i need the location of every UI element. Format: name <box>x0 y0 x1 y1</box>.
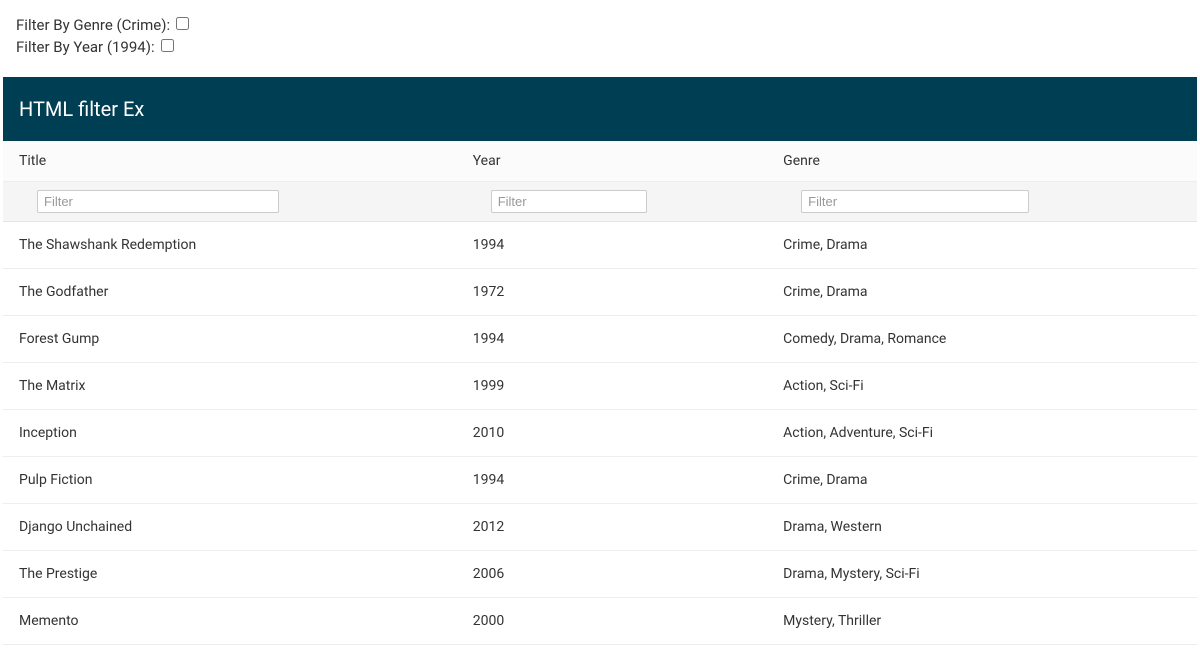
header-title[interactable]: Title <box>3 141 457 182</box>
cell-genre: Drama, Western <box>767 504 1197 551</box>
filter-year-checkbox[interactable] <box>161 39 174 52</box>
table-row: The Prestige2006Drama, Mystery, Sci-Fi <box>3 551 1197 598</box>
filter-genre-input[interactable] <box>801 190 1029 213</box>
table-filter-row <box>3 182 1197 222</box>
cell-title: The Matrix <box>3 363 457 410</box>
header-year[interactable]: Year <box>457 141 767 182</box>
cell-genre: Crime, Drama <box>767 222 1197 269</box>
cell-genre: Crime, Drama <box>767 269 1197 316</box>
table-row: Memento2000Mystery, Thriller <box>3 598 1197 645</box>
cell-year: 2010 <box>457 410 767 457</box>
table-row: Forest Gump1994Comedy, Drama, Romance <box>3 316 1197 363</box>
cell-title: Memento <box>3 598 457 645</box>
cell-year: 2012 <box>457 504 767 551</box>
top-filters: Filter By Genre (Crime): Filter By Year … <box>0 0 1200 70</box>
cell-year: 1999 <box>457 363 767 410</box>
cell-year: 2006 <box>457 551 767 598</box>
cell-year: 1994 <box>457 316 767 363</box>
cell-genre: Drama, Mystery, Sci-Fi <box>767 551 1197 598</box>
cell-title: Inception <box>3 410 457 457</box>
table-row: The Godfather1972Crime, Drama <box>3 269 1197 316</box>
filter-genre-label: Filter By Genre (Crime): <box>16 16 170 34</box>
table-row: The Matrix1999Action, Sci-Fi <box>3 363 1197 410</box>
table-header-row: Title Year Genre <box>3 141 1197 182</box>
cell-genre: Mystery, Thriller <box>767 598 1197 645</box>
filter-genre-row: Filter By Genre (Crime): <box>16 16 1184 34</box>
cell-genre: Crime, Drama <box>767 457 1197 504</box>
cell-title: The Prestige <box>3 551 457 598</box>
cell-year: 1994 <box>457 222 767 269</box>
panel: HTML filter Ex Title Year Genre <box>2 76 1198 646</box>
filter-year-input[interactable] <box>491 190 647 213</box>
filter-title-input[interactable] <box>37 190 279 213</box>
cell-title: Forest Gump <box>3 316 457 363</box>
table-row: The Shawshank Redemption1994Crime, Drama <box>3 222 1197 269</box>
cell-year: 1994 <box>457 457 767 504</box>
cell-genre: Comedy, Drama, Romance <box>767 316 1197 363</box>
cell-year: 2000 <box>457 598 767 645</box>
cell-title: The Shawshank Redemption <box>3 222 457 269</box>
panel-title: HTML filter Ex <box>3 77 1197 141</box>
filter-year-row: Filter By Year (1994): <box>16 38 1184 56</box>
cell-title: The Godfather <box>3 269 457 316</box>
cell-year: 1972 <box>457 269 767 316</box>
cell-title: Pulp Fiction <box>3 457 457 504</box>
filter-genre-checkbox[interactable] <box>176 17 189 30</box>
header-genre[interactable]: Genre <box>767 141 1197 182</box>
cell-genre: Action, Adventure, Sci-Fi <box>767 410 1197 457</box>
data-table: Title Year Genre The Shawshank Redemptio… <box>3 141 1197 645</box>
filter-year-label: Filter By Year (1994): <box>16 38 155 56</box>
table-row: Django Unchained2012Drama, Western <box>3 504 1197 551</box>
cell-genre: Action, Sci-Fi <box>767 363 1197 410</box>
table-row: Inception2010Action, Adventure, Sci-Fi <box>3 410 1197 457</box>
table-row: Pulp Fiction1994Crime, Drama <box>3 457 1197 504</box>
cell-title: Django Unchained <box>3 504 457 551</box>
